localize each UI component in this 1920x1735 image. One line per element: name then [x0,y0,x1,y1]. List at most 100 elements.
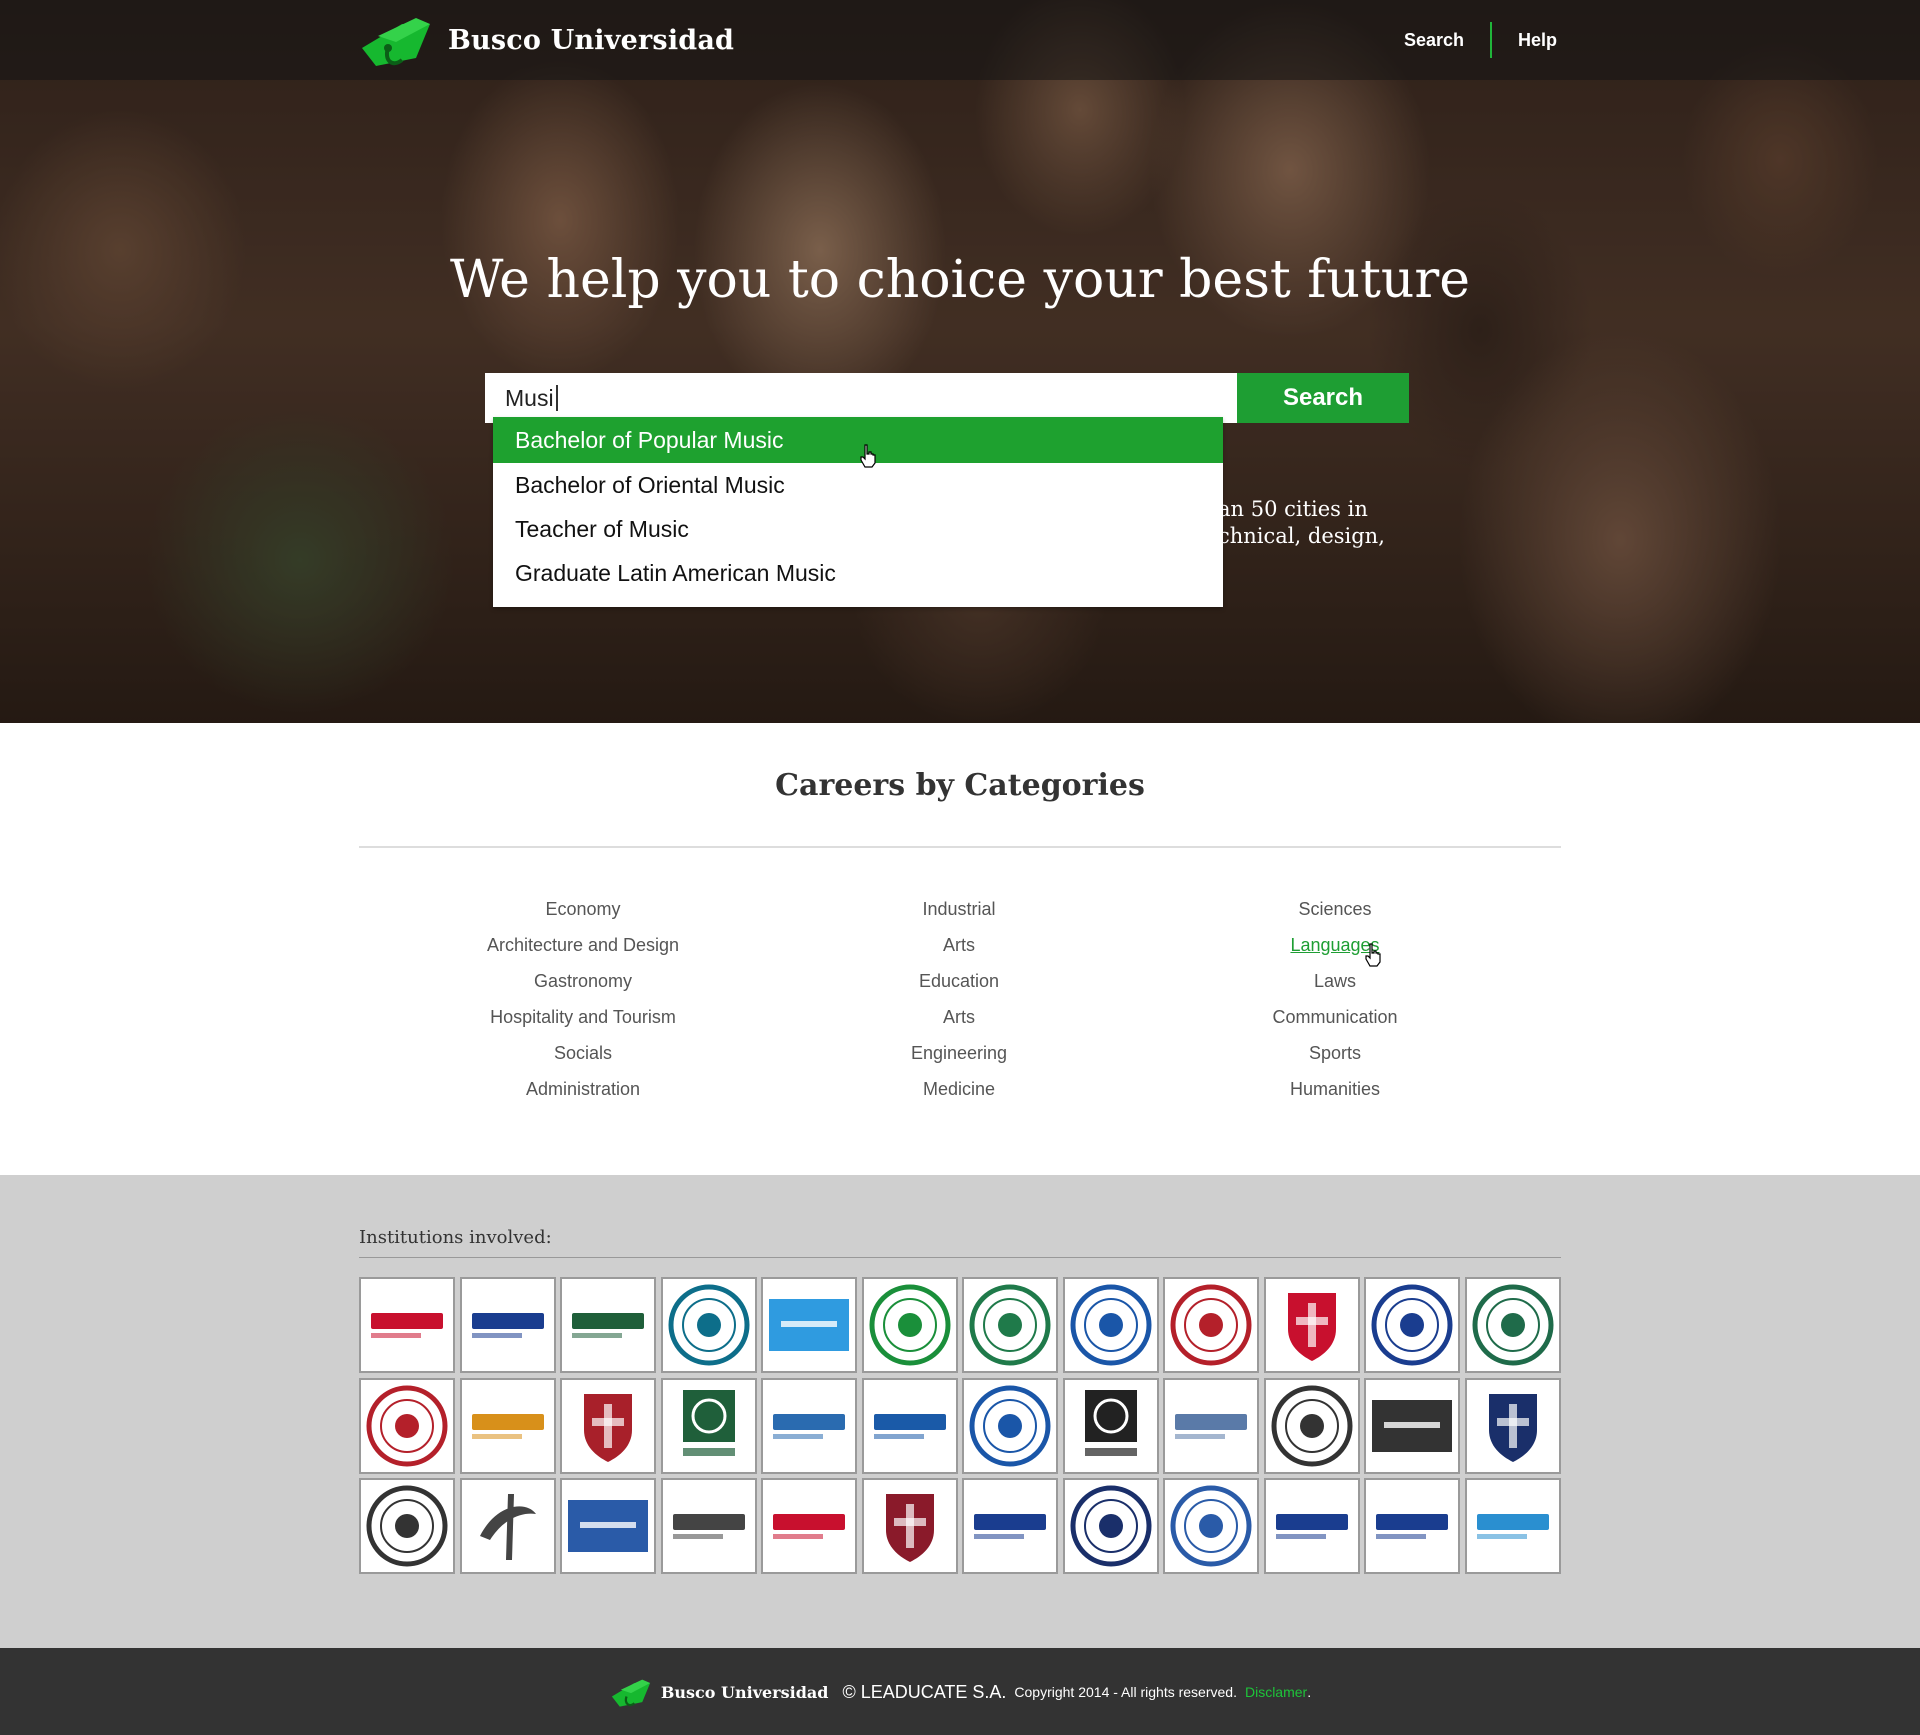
category-link[interactable]: Socials [403,1035,763,1071]
category-link[interactable]: Arts [779,999,1139,1035]
footer-brand: Busco Universidad [660,1682,829,1702]
institution-logo[interactable] [1364,1478,1460,1574]
institution-logo[interactable] [1163,1277,1259,1373]
institution-logo[interactable] [761,1377,857,1474]
suggestion-item[interactable]: Bachelor of Oriental Music [493,463,1223,507]
institutions-label: Institutions involved: [359,1227,552,1248]
institution-logo[interactable] [359,1478,455,1574]
category-link[interactable]: Architecture and Design [403,927,763,963]
brand-logo[interactable]: Busco Universidad [358,8,734,72]
category-link[interactable]: Gastronomy [403,963,763,999]
institution-logo[interactable] [1364,1377,1460,1474]
institution-logo[interactable] [560,1478,656,1574]
institution-emblem-icon [1070,1284,1151,1366]
institution-emblem-icon [974,1514,1046,1539]
hand-cursor-icon [1365,943,1381,967]
institution-logo[interactable] [1263,1377,1360,1474]
institution-logo[interactable] [359,1277,455,1373]
institution-logo[interactable] [1364,1277,1460,1373]
institution-emblem-icon [672,1514,745,1539]
institution-emblem-icon [969,1385,1051,1466]
institution-logo[interactable] [459,1478,556,1574]
institution-logo[interactable] [1062,1377,1159,1474]
category-link[interactable]: Medicine [779,1071,1139,1107]
category-link[interactable]: Sciences [1155,891,1515,927]
disclaimer-link[interactable]: Disclamer [1245,1684,1307,1700]
institution-emblem-icon [471,1413,544,1439]
institution-emblem-icon [773,1413,845,1439]
institution-logo[interactable] [962,1277,1058,1373]
category-link[interactable]: Laws [1155,963,1515,999]
hero-banner: Busco Universidad Search Help We help yo… [0,0,1920,723]
category-link[interactable]: Hospitality and Tourism [403,999,763,1035]
institution-logo[interactable] [962,1377,1058,1474]
institution-emblem-icon [668,1284,749,1366]
category-link[interactable]: Communication [1155,999,1515,1035]
category-column-2: Industrial Arts Education Arts Engineeri… [779,891,1139,1107]
institution-emblem-icon [773,1514,845,1539]
institution-emblem-icon [1287,1293,1336,1361]
institution-logo[interactable] [560,1277,656,1373]
institution-emblem-icon [371,1313,443,1338]
text-caret [555,385,558,411]
nav-search-link[interactable]: Search [1378,22,1490,58]
institution-logo[interactable] [660,1478,757,1574]
institution-emblem-icon [366,1485,448,1567]
category-link[interactable]: Arts [779,927,1139,963]
search-button[interactable]: Search [1237,373,1409,423]
footer-copyright: Copyright 2014 - All rights reserved. [1014,1684,1237,1700]
institutions-grid [359,1277,1561,1574]
institution-emblem-icon [682,1389,735,1456]
institution-emblem-icon [479,1494,536,1560]
institution-logo[interactable] [560,1377,656,1474]
institution-logo[interactable] [1464,1277,1561,1373]
institution-logo[interactable] [962,1478,1058,1574]
institution-emblem-icon [969,1284,1051,1366]
institution-logo[interactable] [459,1277,556,1373]
category-link[interactable]: Humanities [1155,1071,1515,1107]
category-link[interactable]: Administration [403,1071,763,1107]
institution-logo[interactable] [359,1377,455,1474]
categories-title: Careers by Categories [775,768,1145,803]
search-input[interactable]: Musi [485,373,1237,423]
autocomplete-dropdown: Bachelor of Popular Music Bachelor of Or… [493,417,1223,607]
institution-logo[interactable] [861,1277,958,1373]
top-navigation-bar: Busco Universidad Search Help [0,0,1920,80]
footer-company: © LEADUCATE S.A. [842,1681,1007,1702]
institution-emblem-icon [572,1313,644,1338]
suggestion-item[interactable]: Graduate Latin American Music [493,551,1223,595]
institution-emblem-icon [584,1393,632,1462]
category-column-3: Sciences Languages Laws Communication Sp… [1155,891,1515,1107]
category-link-languages[interactable]: Languages [1155,927,1515,963]
institution-logo[interactable] [1464,1377,1561,1474]
category-link[interactable]: Engineering [779,1035,1139,1071]
institution-logo[interactable] [1062,1478,1159,1574]
institution-emblem-icon [1476,1514,1549,1539]
institution-logo[interactable] [1263,1277,1360,1373]
hand-cursor-icon [860,444,876,468]
institution-logo[interactable] [1062,1277,1159,1373]
graduation-cap-logo-icon [611,1679,651,1707]
institution-emblem-icon [1275,1514,1348,1539]
institution-logo[interactable] [861,1377,958,1474]
institution-emblem-icon [885,1494,934,1562]
category-link[interactable]: Sports [1155,1035,1515,1071]
institution-logo[interactable] [660,1377,757,1474]
category-link[interactable]: Education [779,963,1139,999]
institution-logo[interactable] [761,1478,857,1574]
institution-logo[interactable] [1263,1478,1360,1574]
category-link[interactable]: Industrial [779,891,1139,927]
institution-logo[interactable] [1163,1377,1259,1474]
suggestion-item[interactable]: Teacher of Music [493,507,1223,551]
institution-logo[interactable] [861,1478,958,1574]
institution-emblem-icon [1376,1514,1448,1539]
institution-logo[interactable] [1464,1478,1561,1574]
institution-logo[interactable] [761,1277,857,1373]
suggestion-item[interactable]: Bachelor of Popular Music [493,417,1223,463]
category-link[interactable]: Economy [403,891,763,927]
nav-help-link[interactable]: Help [1492,22,1557,58]
institution-logo[interactable] [459,1377,556,1474]
institution-logo[interactable] [1163,1478,1259,1574]
institution-logo[interactable] [660,1277,757,1373]
institution-emblem-icon [471,1313,544,1338]
